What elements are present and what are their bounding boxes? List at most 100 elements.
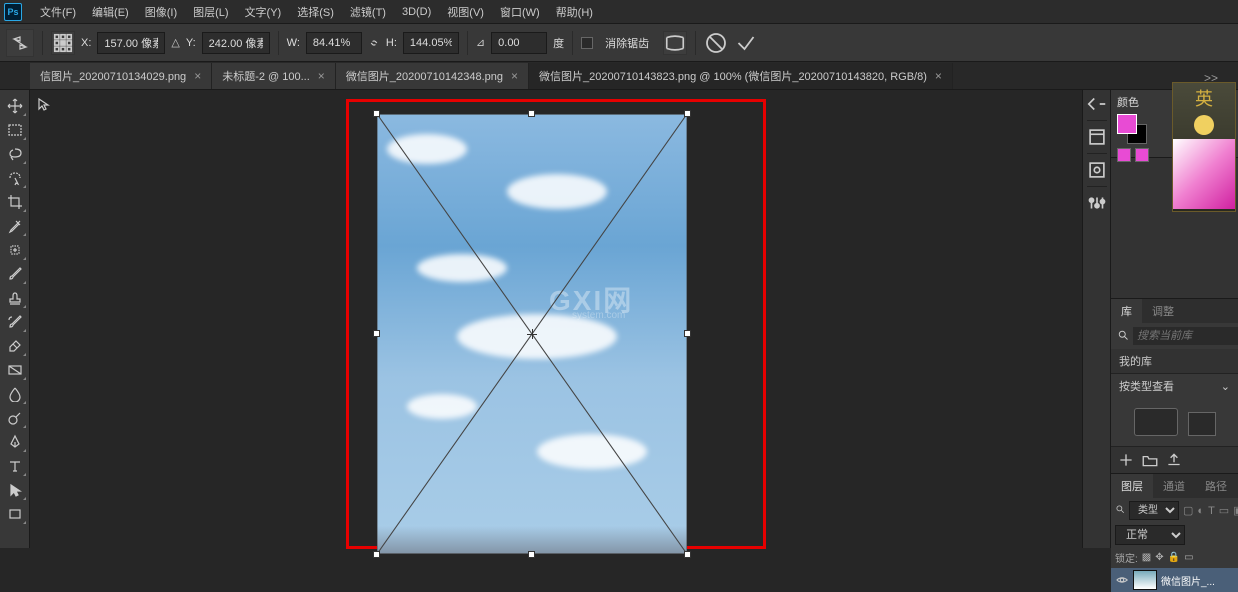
- filter-smart-icon[interactable]: ▣: [1233, 504, 1238, 518]
- lock-pixels-icon[interactable]: ▩: [1142, 552, 1151, 563]
- menu-image[interactable]: 图像(I): [137, 1, 185, 23]
- close-icon[interactable]: ×: [511, 69, 518, 83]
- menu-view[interactable]: 视图(V): [439, 1, 492, 23]
- canvas-area[interactable]: GXI网 system.com: [30, 90, 1082, 548]
- lock-all-icon[interactable]: 🔒: [1168, 552, 1180, 563]
- tools-panel: [0, 90, 30, 548]
- visibility-icon[interactable]: [1115, 573, 1129, 587]
- shape-tool[interactable]: [3, 503, 27, 525]
- lock-artboard-icon[interactable]: ▭: [1184, 552, 1193, 563]
- view-by-dropdown[interactable]: 按类型查看 ⌄: [1111, 374, 1238, 398]
- delta-icon[interactable]: △: [171, 36, 179, 49]
- transform-handle[interactable]: [373, 330, 380, 337]
- foreground-swatch[interactable]: [1117, 114, 1137, 134]
- expand-dock-icon[interactable]: [1086, 92, 1108, 116]
- warp-icon[interactable]: [663, 31, 687, 55]
- eyedropper-tool[interactable]: [3, 215, 27, 237]
- close-icon[interactable]: ×: [318, 69, 325, 83]
- menu-help[interactable]: 帮助(H): [548, 1, 601, 23]
- layer-thumbnail[interactable]: [1133, 570, 1157, 590]
- menu-file[interactable]: 文件(F): [32, 1, 84, 23]
- properties-panel-icon[interactable]: [1086, 158, 1108, 182]
- eraser-tool[interactable]: [3, 335, 27, 357]
- tab-library[interactable]: 库: [1111, 299, 1142, 323]
- close-icon[interactable]: ×: [194, 69, 201, 83]
- asset-shape[interactable]: [1134, 408, 1178, 436]
- reference-point-icon[interactable]: [51, 31, 75, 55]
- transform-handle[interactable]: [373, 110, 380, 117]
- options-bar: X: △ Y: W: H: ⊿ 度 消除锯齿: [0, 24, 1238, 62]
- quick-select-tool[interactable]: [3, 167, 27, 189]
- close-icon[interactable]: ×: [935, 69, 942, 83]
- menu-filter[interactable]: 滤镜(T): [342, 1, 394, 23]
- transform-handle[interactable]: [373, 551, 380, 558]
- tab-paths[interactable]: 路径: [1195, 474, 1237, 498]
- angle-input[interactable]: [491, 32, 547, 54]
- filter-adjust-icon[interactable]: ◐: [1197, 504, 1204, 518]
- menu-3d[interactable]: 3D(D): [394, 3, 439, 21]
- gradient-tool[interactable]: [3, 359, 27, 381]
- lock-position-icon[interactable]: ✥: [1155, 552, 1163, 563]
- crop-tool[interactable]: [3, 191, 27, 213]
- blend-mode-select[interactable]: 正常: [1115, 525, 1185, 545]
- w-input[interactable]: [306, 32, 362, 54]
- library-search-input[interactable]: [1133, 327, 1238, 345]
- link-icon[interactable]: [365, 34, 382, 51]
- antialias-checkbox[interactable]: [581, 37, 593, 49]
- library-name[interactable]: 我的库: [1111, 349, 1238, 374]
- transform-bounding-box[interactable]: [377, 114, 687, 554]
- filter-shape-icon[interactable]: ▭: [1219, 504, 1229, 518]
- path-select-tool[interactable]: [3, 479, 27, 501]
- transform-handle[interactable]: [528, 551, 535, 558]
- brush-tool[interactable]: [3, 263, 27, 285]
- tab-adjustments[interactable]: 调整: [1142, 299, 1184, 323]
- tab-doc-2[interactable]: 未标题-2 @ 100...×: [212, 63, 336, 89]
- lasso-tool[interactable]: [3, 143, 27, 165]
- transform-handle[interactable]: [528, 110, 535, 117]
- add-icon[interactable]: [1117, 451, 1135, 469]
- mini-swatch[interactable]: [1135, 148, 1149, 162]
- menu-window[interactable]: 窗口(W): [492, 1, 548, 23]
- type-tool[interactable]: [3, 455, 27, 477]
- healing-tool[interactable]: [3, 239, 27, 261]
- h-input[interactable]: [403, 32, 459, 54]
- folder-icon[interactable]: [1141, 451, 1159, 469]
- tab-doc-1[interactable]: 信图片_20200710134029.png×: [30, 63, 212, 89]
- menu-layer[interactable]: 图层(L): [185, 1, 236, 23]
- marquee-tool[interactable]: [3, 119, 27, 141]
- tab-doc-3[interactable]: 微信图片_20200710142348.png×: [336, 63, 529, 89]
- transform-center-icon[interactable]: [527, 329, 537, 339]
- x-input[interactable]: [97, 32, 165, 54]
- menu-type[interactable]: 文字(Y): [237, 1, 290, 23]
- transform-handle[interactable]: [684, 551, 691, 558]
- history-brush-tool[interactable]: [3, 311, 27, 333]
- foreground-background-swatch[interactable]: [1117, 114, 1147, 144]
- transform-handle[interactable]: [684, 110, 691, 117]
- ime-floating-panel[interactable]: 英: [1172, 82, 1236, 212]
- blur-tool[interactable]: [3, 383, 27, 405]
- history-panel-icon[interactable]: [1086, 125, 1108, 149]
- menu-edit[interactable]: 编辑(E): [84, 1, 137, 23]
- filter-type-icon[interactable]: T: [1208, 504, 1215, 518]
- transform-tool-icon[interactable]: [6, 29, 34, 57]
- transform-handle[interactable]: [684, 330, 691, 337]
- cancel-icon[interactable]: [704, 31, 728, 55]
- asset-shape[interactable]: [1188, 412, 1216, 436]
- mini-swatch[interactable]: [1117, 148, 1131, 162]
- filter-type-select[interactable]: 类型: [1129, 501, 1179, 520]
- upload-icon[interactable]: [1165, 451, 1183, 469]
- tab-channels[interactable]: 通道: [1153, 474, 1195, 498]
- menu-select[interactable]: 选择(S): [289, 1, 342, 23]
- stamp-tool[interactable]: [3, 287, 27, 309]
- layer-row[interactable]: 微信图片_...: [1111, 568, 1238, 592]
- y-input[interactable]: [202, 32, 270, 54]
- tab-doc-4[interactable]: 微信图片_20200710143823.png @ 100% (微信图片_202…: [529, 63, 953, 89]
- commit-icon[interactable]: [734, 31, 758, 55]
- search-icon: [1117, 329, 1129, 344]
- filter-image-icon[interactable]: ▢: [1183, 504, 1193, 518]
- pen-tool[interactable]: [3, 431, 27, 453]
- adjustments-panel-icon[interactable]: [1086, 191, 1108, 215]
- move-tool[interactable]: [3, 95, 27, 117]
- tab-layers[interactable]: 图层: [1111, 474, 1153, 498]
- dodge-tool[interactable]: [3, 407, 27, 429]
